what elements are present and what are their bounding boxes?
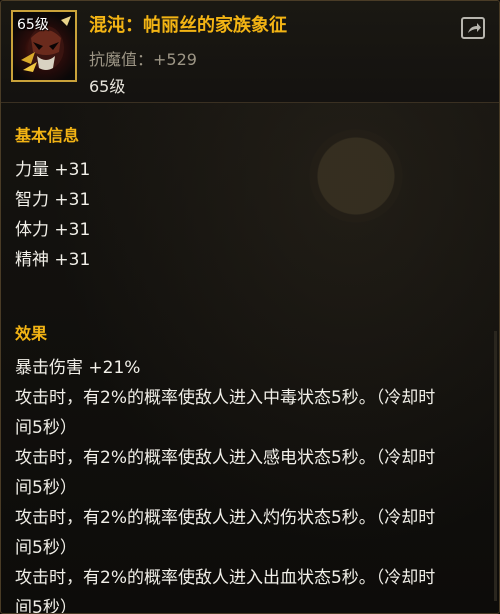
item-icon[interactable]: 65级 [11,10,77,82]
effect-line: 攻击时，有2%的概率使敌人进入灼伤状态5秒。（冷却时 [15,508,436,528]
item-level-badge: 65级 [17,17,49,33]
stat-vitality: 体力 +31 [15,220,91,240]
share-icon [468,23,481,33]
effect-line: 间5秒） [15,478,77,498]
effect-line: 攻击时，有2%的概率使敌人进入出血状态5秒。（冷却时 [15,568,436,588]
effect-line: 间5秒） [15,598,77,614]
item-header: 65级 混沌：帕丽丝的家族象征 抗魔值：+529 65级 [1,1,499,103]
basic-info-title: 基本信息 [15,126,80,145]
share-button[interactable] [461,17,485,39]
effect-line: 攻击时，有2%的概率使敌人进入感电状态5秒。（冷却时 [15,448,436,468]
effect-line: 暴击伤害 +21% [15,358,141,378]
scrollbar[interactable] [494,331,497,601]
stat-intelligence: 智力 +31 [15,190,91,210]
magic-resistance: 抗魔值：+529 [89,50,197,69]
effect-line: 间5秒） [15,418,77,438]
stat-spirit: 精神 +31 [15,250,91,270]
stat-strength: 力量 +31 [15,160,91,180]
effects-title: 效果 [15,324,48,343]
level-requirement: 65级 [89,77,126,96]
effect-line: 间5秒） [15,538,77,558]
item-name: 混沌：帕丽丝的家族象征 [89,15,287,36]
item-tooltip: 65级 混沌：帕丽丝的家族象征 抗魔值：+529 65级 基本信息 力量 +31… [0,0,500,614]
effect-line: 攻击时，有2%的概率使敌人进入中毒状态5秒。（冷却时 [15,388,436,408]
